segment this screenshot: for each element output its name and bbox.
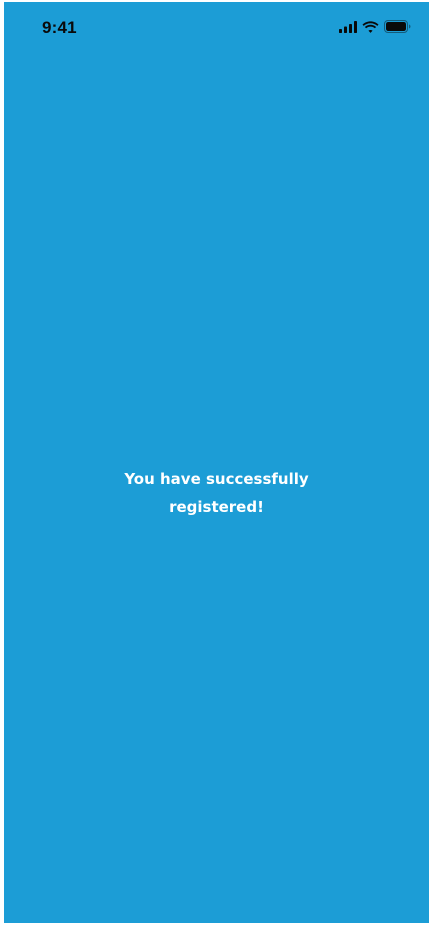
wifi-icon [362, 20, 379, 33]
status-bar: 9:41 [4, 2, 429, 54]
status-time: 9:41 [42, 18, 77, 37]
battery-icon [384, 20, 411, 33]
status-icons [339, 20, 411, 33]
success-message: You have successfully registered! [4, 465, 429, 521]
signal-icon [339, 20, 357, 33]
success-message-line-1: You have successfully [124, 470, 309, 488]
success-screen: 9:41 You have successfully registered! [4, 2, 429, 923]
success-message-line-2: registered! [169, 498, 264, 516]
